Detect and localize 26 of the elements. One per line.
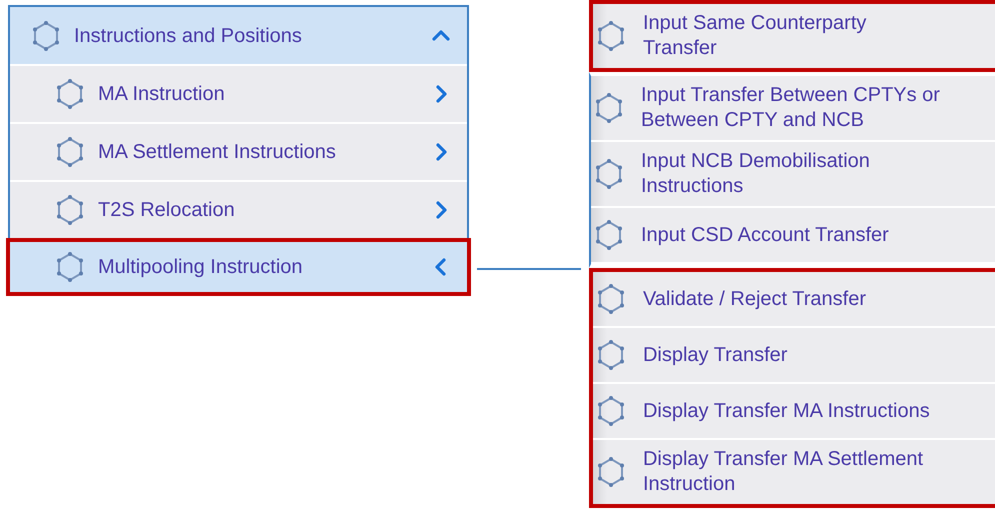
menu-item[interactable]: MA Instruction [10,64,467,122]
hexagon-icon [596,21,625,51]
hexagon-icon [594,93,623,123]
submenu-item[interactable]: Display Transfer MA Settlement Instruction [592,440,995,504]
submenu-item[interactable]: Input Transfer Between CPTYs or Between CPTY and NCB [590,76,995,142]
hexagon-icon [56,79,84,109]
submenu-item[interactable]: Display Transfer [592,328,995,384]
hexagon-icon [56,137,84,167]
menu-item[interactable]: T2S Relocation [10,180,467,238]
submenu-item[interactable]: Display Transfer MA Instructions [592,384,995,440]
hexagon-icon [596,284,625,314]
hexagon-icon [32,20,60,50]
submenu-item[interactable]: Input NCB Demobilisation Instructions [590,142,995,208]
submenu-item[interactable]: Input Same Counterparty Transfer [592,4,995,68]
menu-item[interactable]: MA Settlement Instructions [10,122,467,180]
hexagon-icon [596,457,625,487]
submenu-item[interactable]: Validate / Reject Transfer [592,272,995,328]
hexagon-icon [596,340,625,370]
hexagon-icon [594,220,623,250]
hexagon-icon [56,252,84,282]
menu-header[interactable]: Instructions and Positions [10,7,467,64]
hexagon-icon [56,195,84,225]
hexagon-icon [594,159,623,189]
hexagon-icon [596,396,625,426]
menu-item[interactable]: Multipooling Instruction [6,238,471,296]
submenu-item[interactable]: Input CSD Account Transfer [590,208,995,264]
